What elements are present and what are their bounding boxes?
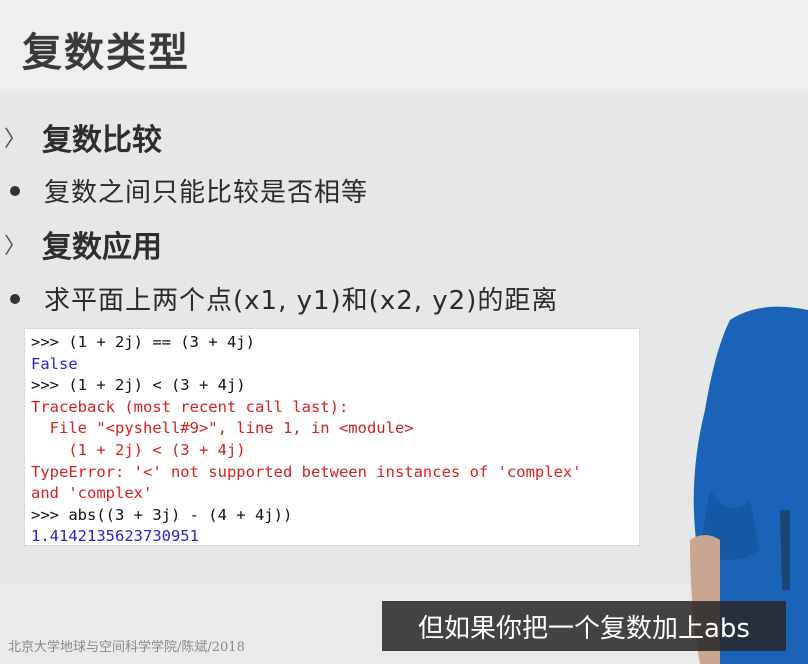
python-shell-output: >>> (1 + 2j) == (3 + 4j) False >>> (1 + …: [24, 328, 640, 546]
slide-title-bar: 复数类型: [0, 0, 808, 90]
code-line: TypeError: '<' not supported between ins…: [31, 462, 582, 481]
bullet-dot-icon: [0, 293, 30, 304]
chevron-right-icon: 〉: [3, 127, 26, 152]
code-line: and 'complex': [31, 484, 153, 503]
code-line: Traceback (most recent call last):: [31, 397, 349, 416]
slide-title: 复数类型: [22, 30, 190, 76]
code-line: >>> (1 + 2j) < (3 + 4j): [31, 376, 246, 395]
bullet-dot-icon: [0, 185, 30, 196]
section-heading: 复数比较: [42, 123, 162, 158]
section-heading: 复数应用: [42, 230, 162, 265]
code-line: >>> (1 + 2j) == (3 + 4j): [31, 333, 255, 351]
section-heading-compare: 〉 复数比较: [0, 115, 162, 159]
code-line: 1.4142135623730951: [31, 527, 199, 546]
section-heading-application: 〉 复数应用: [0, 222, 162, 266]
bullet-text: 复数之间只能比较是否相等: [44, 178, 369, 208]
bullet-application: 求平面上两个点(x1, y1)和(x2, y2)的距离: [0, 280, 558, 317]
chevron-right-icon: 〉: [3, 234, 26, 259]
code-line: >>> abs((3 + 3j) - (4 + 4j)): [31, 505, 293, 524]
code-line: File "<pyshell#9>", line 1, in <module>: [31, 419, 414, 438]
bullet-text: 求平面上两个点(x1, y1)和(x2, y2)的距离: [44, 286, 559, 316]
code-line: (1 + 2j) < (3 + 4j): [31, 440, 246, 459]
footer-credit: 北京大学地球与空间科学学院/陈斌/2018: [8, 640, 245, 655]
video-subtitle: 但如果你把一个复数加上abs: [382, 601, 786, 651]
bullet-compare: 复数之间只能比较是否相等: [0, 172, 368, 209]
code-line: False: [31, 354, 78, 373]
